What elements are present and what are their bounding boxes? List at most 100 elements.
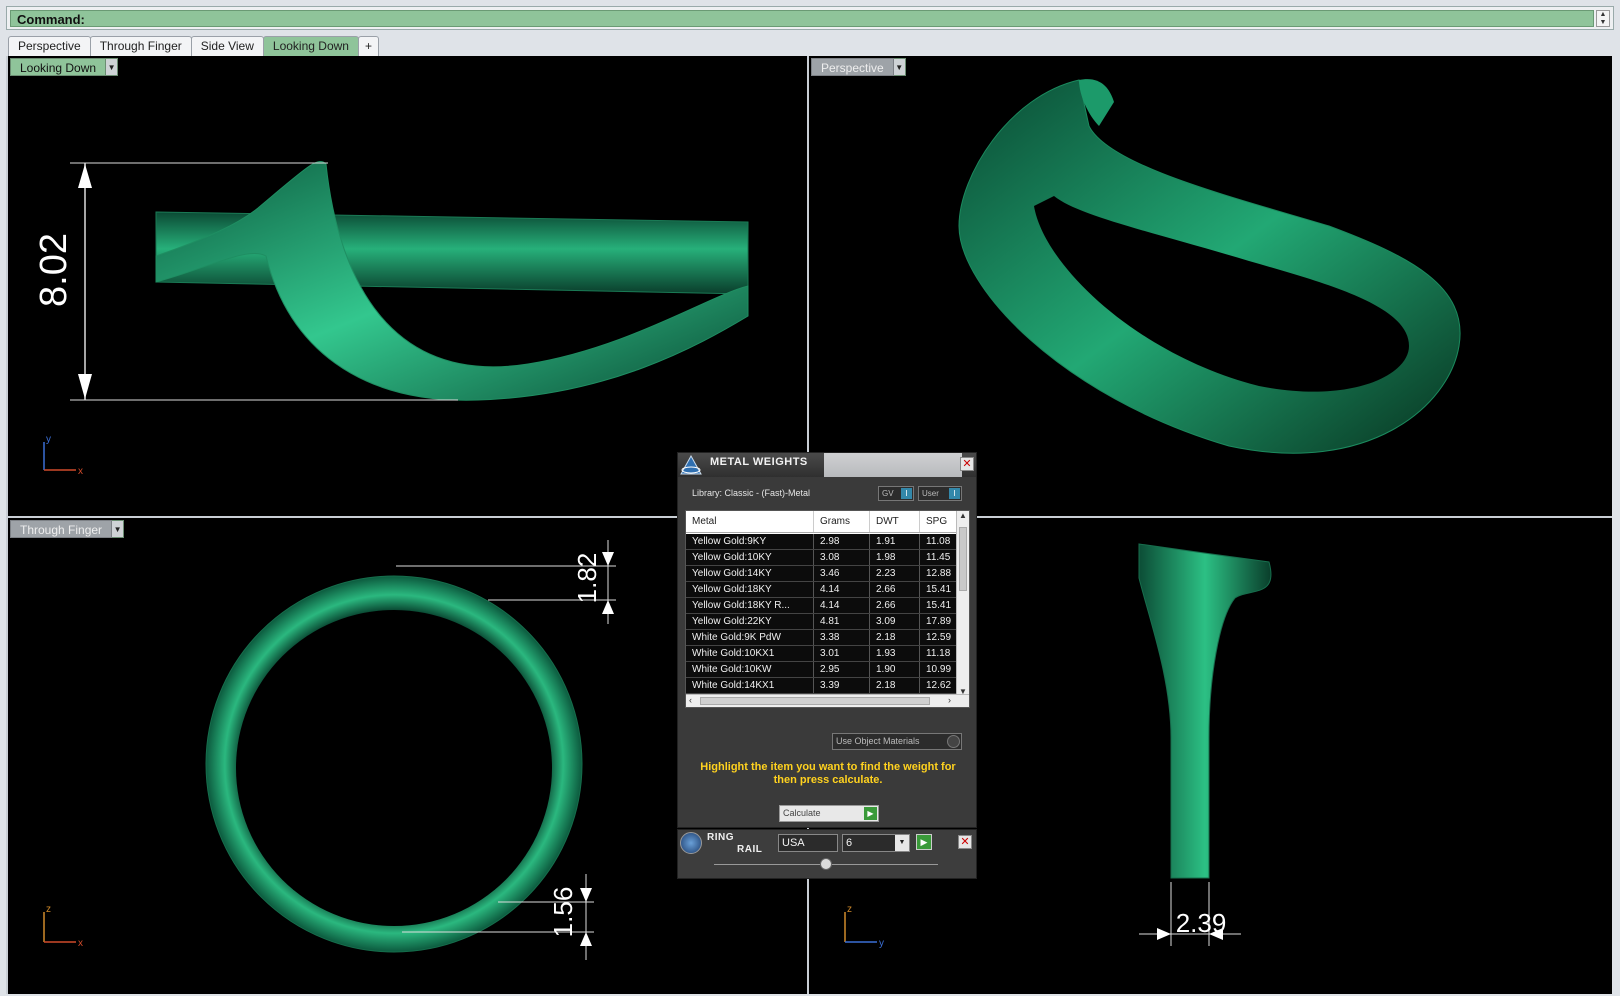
- radio-icon: [947, 735, 960, 748]
- viewport-title[interactable]: Perspective: [811, 58, 894, 76]
- panel-title: METAL WEIGHTS: [710, 456, 808, 468]
- table-cell: White Gold:10KW: [686, 662, 814, 677]
- table-cell: 12.59: [920, 630, 958, 645]
- table-cell: 1.90: [870, 662, 920, 677]
- metal-weights-titlebar[interactable]: METAL WEIGHTS ✕: [678, 453, 976, 477]
- table-row[interactable]: Yellow Gold:22KY 4.81 3.09 17.89: [686, 614, 958, 630]
- user-toggle[interactable]: User I: [918, 486, 962, 501]
- dimension-label: 1.82: [572, 553, 602, 604]
- table-cell: 4.14: [814, 598, 870, 613]
- table-row[interactable]: Yellow Gold:14KY 3.46 2.23 12.88: [686, 566, 958, 582]
- ring-size-select[interactable]: 6 ▼: [842, 834, 910, 852]
- command-scroll-arrows[interactable]: ▲ ▼: [1596, 10, 1610, 27]
- viewport-looking-down[interactable]: Looking Down ▼ 8.02 y x: [8, 56, 807, 516]
- table-cell: 10.99: [920, 662, 958, 677]
- ring-rail-panel: RING RAIL USA 6 ▼ ▶ ✕: [677, 829, 977, 879]
- play-icon: ▶: [864, 807, 877, 820]
- table-cell: 11.18: [920, 646, 958, 661]
- dimension-label: 2.39: [1176, 908, 1227, 938]
- chevron-down-icon[interactable]: ▼: [106, 58, 119, 76]
- column-header[interactable]: Grams: [814, 511, 870, 532]
- toggle-knob: I: [949, 488, 960, 499]
- table-cell: White Gold:14KX1: [686, 678, 814, 693]
- use-object-materials-toggle[interactable]: Use Object Materials: [832, 733, 962, 750]
- viewport-title[interactable]: Looking Down: [10, 58, 107, 76]
- library-label: Library: Classic - (Fast)-Metal: [692, 488, 811, 498]
- metal-weights-table[interactable]: Metal Grams DWT SPG Yellow Gold:9KY 2.98 1…: [685, 510, 970, 708]
- country-field[interactable]: USA: [778, 834, 838, 852]
- column-header[interactable]: SPG: [920, 511, 958, 532]
- viewport-title[interactable]: Through Finger: [10, 520, 113, 538]
- table-row[interactable]: White Gold:10KW 2.95 1.90 10.99: [686, 662, 958, 678]
- table-cell: 3.01: [814, 646, 870, 661]
- ring-rail-logo-icon: [680, 832, 702, 854]
- table-body: Yellow Gold:9KY 2.98 1.91 11.08 Yellow Gold:…: [686, 534, 958, 707]
- table-cell: 2.18: [870, 678, 920, 693]
- command-label: Command:: [17, 12, 85, 27]
- tab-looking-down[interactable]: Looking Down: [262, 36, 359, 56]
- instruction-text: Highlight the item you want to find the …: [700, 761, 956, 786]
- table-row[interactable]: White Gold:9K PdW 3.38 2.18 12.59: [686, 630, 958, 646]
- gv-toggle[interactable]: GV I: [878, 486, 914, 501]
- column-header[interactable]: DWT: [870, 511, 920, 532]
- table-cell: Yellow Gold:9KY: [686, 534, 814, 549]
- table-row[interactable]: White Gold:14KX1 3.39 2.18 12.62: [686, 678, 958, 694]
- table-cell: White Gold:10KX1: [686, 646, 814, 661]
- viewport-label-through-finger[interactable]: Through Finger ▼: [10, 520, 125, 538]
- svg-text:x: x: [78, 938, 83, 949]
- tab-through-finger[interactable]: Through Finger: [89, 36, 192, 56]
- svg-text:y: y: [46, 434, 51, 445]
- tab-perspective[interactable]: Perspective: [8, 36, 91, 56]
- table-cell: White Gold:9K PdW: [686, 630, 814, 645]
- close-icon[interactable]: ✕: [958, 835, 972, 849]
- column-header[interactable]: Metal: [686, 511, 814, 532]
- viewport-label-looking-down[interactable]: Looking Down ▼: [10, 58, 119, 76]
- table-cell: 2.66: [870, 598, 920, 613]
- add-tab-button[interactable]: +: [357, 36, 379, 56]
- svg-text:z: z: [847, 904, 852, 915]
- dimension-label: 8.02: [33, 233, 75, 307]
- table-row[interactable]: Yellow Gold:18KY R... 4.14 2.66 15.41: [686, 598, 958, 614]
- table-row[interactable]: Yellow Gold:18KY 4.14 2.66 15.41: [686, 582, 958, 598]
- table-header: Metal Grams DWT SPG: [686, 511, 958, 533]
- matrix-logo-icon: [680, 455, 702, 475]
- calculate-button[interactable]: Calculate ▶: [779, 805, 879, 822]
- table-cell: 2.23: [870, 566, 920, 581]
- ring-top-view: 8.02 y x: [33, 160, 749, 477]
- chevron-down-icon[interactable]: ▼: [112, 520, 125, 538]
- close-icon[interactable]: ✕: [960, 457, 974, 471]
- table-cell: 3.09: [870, 614, 920, 629]
- table-row[interactable]: Yellow Gold:10KY 3.08 1.98 11.45: [686, 550, 958, 566]
- play-icon[interactable]: ▶: [916, 834, 932, 850]
- table-cell: 4.14: [814, 582, 870, 597]
- table-cell: 2.18: [870, 630, 920, 645]
- panel-drag-handle[interactable]: [824, 453, 962, 477]
- scroll-thumb[interactable]: [959, 527, 967, 591]
- viewport-perspective[interactable]: Perspective ▼: [809, 56, 1612, 516]
- table-cell: 3.08: [814, 550, 870, 565]
- svg-text:x: x: [78, 466, 83, 477]
- viewport-tabs: Perspective Through Finger Side View Loo…: [8, 36, 379, 56]
- command-input[interactable]: Command:: [10, 10, 1594, 27]
- table-cell: 15.41: [920, 598, 958, 613]
- table-cell: 1.98: [870, 550, 920, 565]
- table-cell: 17.89: [920, 614, 958, 629]
- table-cell: 3.46: [814, 566, 870, 581]
- table-cell: 2.98: [814, 534, 870, 549]
- table-row[interactable]: White Gold:10KX1 3.01 1.93 11.18: [686, 646, 958, 662]
- tab-side-view[interactable]: Side View: [190, 36, 264, 56]
- scroll-thumb[interactable]: [700, 697, 930, 705]
- toggle-knob: I: [901, 488, 912, 499]
- slider-handle[interactable]: [820, 858, 832, 870]
- ring-rail-slider[interactable]: [714, 858, 938, 870]
- ring-side-profile: [1138, 543, 1272, 879]
- viewport-label-perspective[interactable]: Perspective ▼: [811, 58, 906, 76]
- rhino-app-window: Command: ▲ ▼ Perspective Through Finger S…: [0, 0, 1620, 996]
- table-cell: 2.95: [814, 662, 870, 677]
- table-row[interactable]: Yellow Gold:9KY 2.98 1.91 11.08: [686, 534, 958, 550]
- chevron-down-icon[interactable]: ▼: [893, 58, 906, 76]
- table-cell: 11.45: [920, 550, 958, 565]
- horizontal-scrollbar[interactable]: ‹ ›: [686, 694, 969, 707]
- chevron-down-icon[interactable]: ▼: [895, 835, 909, 851]
- vertical-scrollbar[interactable]: ▲ ▼: [956, 511, 969, 696]
